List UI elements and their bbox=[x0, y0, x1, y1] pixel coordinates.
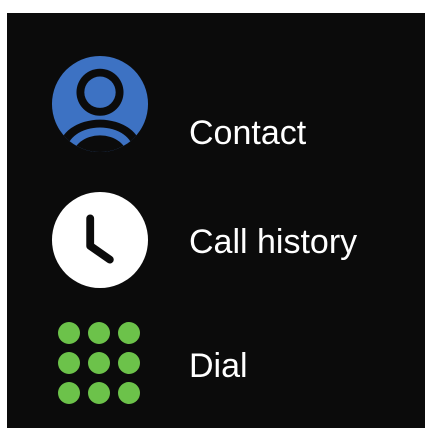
menu-item-dial[interactable]: Dial bbox=[7, 308, 425, 428]
menu-item-label: Call history bbox=[189, 223, 358, 261]
clock-icon bbox=[51, 191, 149, 289]
dialpad-icon bbox=[57, 321, 141, 405]
menu-item-contact[interactable]: Contact bbox=[7, 41, 425, 161]
app-menu-screen: Contact Call history Dial bbox=[7, 13, 425, 428]
menu-item-label: Dial bbox=[189, 347, 248, 385]
menu-item-call-history[interactable]: Call history bbox=[7, 178, 425, 298]
menu-item-label: Contact bbox=[189, 114, 307, 152]
contact-person-icon bbox=[51, 55, 149, 153]
